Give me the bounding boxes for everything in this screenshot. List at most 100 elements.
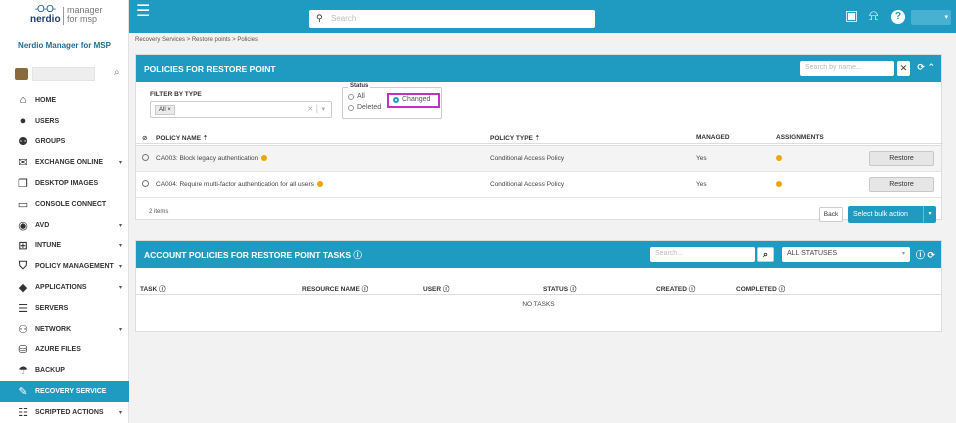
chevron-down-icon[interactable]: ▾ xyxy=(119,409,122,416)
column-resource-name: RESOURCE NAME ⓘ xyxy=(302,286,369,293)
global-search-input[interactable]: ⚲ Search xyxy=(309,10,595,28)
warning-icon xyxy=(316,181,323,187)
selection-highlight xyxy=(387,93,440,108)
bulk-action-button[interactable]: Select bulk action ▾ xyxy=(848,206,936,223)
sidebar-item-console-connect[interactable]: ▭ CONSOLE CONNECT xyxy=(0,194,129,215)
tenant-selector[interactable]: ⌕ xyxy=(15,67,125,81)
table-row[interactable]: CA004: Require multi-factor authenticati… xyxy=(136,172,941,198)
column-status: STATUS ⓘ xyxy=(543,286,577,293)
column-task: TASK ⓘ xyxy=(140,286,166,293)
tenant-name-field[interactable] xyxy=(32,67,95,81)
search-icon[interactable]: ⌕ xyxy=(757,247,774,262)
shield-icon: ⛉ xyxy=(18,260,28,273)
policy-managed: Yes xyxy=(696,155,707,162)
sidebar-item-label: EXCHANGE ONLINE xyxy=(35,159,104,167)
chevron-down-icon[interactable]: ▾ xyxy=(119,284,122,291)
column-policy-type[interactable]: POLICY TYPE ⇡ xyxy=(490,134,540,142)
sidebar-item-label: AVD xyxy=(35,221,50,229)
umbrella-icon: ☂ xyxy=(18,365,28,378)
refresh-icon[interactable]: ⟳ xyxy=(927,250,935,260)
status-filter-select[interactable]: ALL STATUSES ▾ xyxy=(782,247,910,262)
chevron-down-icon[interactable]: ▾ xyxy=(119,242,122,249)
restore-button[interactable]: Restore xyxy=(869,177,934,192)
avd-icon: ◉ xyxy=(18,219,28,232)
breadcrumb: Recovery Services > Restore points > Pol… xyxy=(135,37,259,43)
items-count: 2 items xyxy=(149,209,169,215)
topbar: ☰ ⚲ Search ▣ ⍾ ? ▾ xyxy=(129,0,956,33)
sidebar-item-avd[interactable]: ◉ AVD ▾ xyxy=(0,215,129,236)
help-icon[interactable]: ? xyxy=(891,10,905,24)
groups-icon: ⚉ xyxy=(18,136,28,149)
status-radio-all[interactable]: All xyxy=(348,93,365,100)
column-policy-name[interactable]: POLICY NAME ⇡ xyxy=(156,134,208,142)
task-search-input[interactable]: Search... xyxy=(650,247,755,262)
sidebar-item-label: INTUNE xyxy=(35,242,62,250)
sidebar-nav: ⌂ HOME ● USERS ⚉ GROUPS ✉ EXCHANGE ONLINE ▾ ❐ DESK… xyxy=(0,90,129,423)
sidebar-item-azure-files[interactable]: ⛁ AZURE FILES xyxy=(0,340,129,361)
sidebar-item-label: NETWORK xyxy=(35,325,72,333)
refresh-icon[interactable]: ⟳ xyxy=(917,62,925,72)
table-row[interactable]: CA003: Block legacy authentication Condi… xyxy=(136,146,941,172)
sidebar-item-desktop-images[interactable]: ❐ DESKTOP IMAGES xyxy=(0,173,129,194)
sidebar-item-label: RECOVERY SERVICE xyxy=(35,388,107,396)
filter-chip[interactable]: All × xyxy=(155,105,175,115)
row-select-radio[interactable] xyxy=(142,154,149,161)
radio-icon xyxy=(348,104,354,111)
sidebar-item-users[interactable]: ● USERS xyxy=(0,111,129,132)
sidebar: -O-O- nerdio manager for msp Nerdio Mana… xyxy=(0,0,129,423)
policy-type: Conditional Access Policy xyxy=(490,155,565,162)
list-icon: ☷ xyxy=(18,406,28,419)
policy-type: Conditional Access Policy xyxy=(490,181,565,188)
bell-icon[interactable]: ⍾ xyxy=(869,7,878,24)
sidebar-item-servers[interactable]: ☰ SERVERS xyxy=(0,298,129,319)
chevron-down-icon[interactable]: ▾ xyxy=(119,222,122,229)
sidebar-item-backup[interactable]: ☂ BACKUP xyxy=(0,360,129,381)
chevron-down-icon[interactable]: ▾ xyxy=(923,206,936,223)
logo-brand: nerdio xyxy=(30,14,61,25)
type-filter-select[interactable]: All × ✕ │ ▾ xyxy=(150,101,332,118)
logo-product-line2: for msp xyxy=(67,14,98,24)
sidebar-item-home[interactable]: ⌂ HOME xyxy=(0,90,129,111)
sidebar-item-intune[interactable]: ⊞ INTUNE ▾ xyxy=(0,236,129,257)
search-icon[interactable]: ⌕ xyxy=(114,67,120,78)
sidebar-item-label: SCRIPTED ACTIONS xyxy=(35,408,104,416)
column-assignments: ASSIGNMENTS xyxy=(776,134,824,141)
applications-icon: ◆ xyxy=(18,282,28,295)
user-icon: ● xyxy=(19,115,27,128)
restore-button[interactable]: Restore xyxy=(869,151,934,166)
hamburger-menu-icon[interactable]: ☰ xyxy=(136,4,150,20)
clear-search-button[interactable]: ✕ xyxy=(897,61,910,76)
chevron-down-icon[interactable]: ▾ xyxy=(119,263,122,270)
sidebar-item-recovery-service[interactable]: ✎ RECOVERY SERVICE xyxy=(0,381,129,402)
servers-icon: ☰ xyxy=(18,302,28,315)
sidebar-subtitle: Nerdio Manager for MSP xyxy=(18,41,111,50)
chevron-down-icon: ▾ xyxy=(901,251,905,257)
row-select-radio[interactable] xyxy=(142,180,149,187)
home-icon: ⌂ xyxy=(19,94,27,107)
user-menu[interactable]: ▾ xyxy=(911,10,951,25)
back-button[interactable]: Back xyxy=(819,207,843,222)
sidebar-item-network[interactable]: ⚇ NETWORK ▾ xyxy=(0,319,129,340)
collapse-icon[interactable]: ⌃ xyxy=(927,62,935,72)
sidebar-item-exchange-online[interactable]: ✉ EXCHANGE ONLINE ▾ xyxy=(0,152,129,173)
sidebar-item-label: AZURE FILES xyxy=(35,346,81,354)
monitor-icon: ▭ xyxy=(17,198,29,211)
policy-search-input[interactable]: Search by name... xyxy=(800,61,894,76)
chevron-down-icon: ▾ xyxy=(944,14,948,21)
chevron-down-icon[interactable]: ▾ xyxy=(119,159,122,166)
chevron-down-icon[interactable]: ▾ xyxy=(119,326,122,333)
nerdio-logo[interactable]: -O-O- nerdio manager for msp xyxy=(30,5,110,35)
sidebar-item-groups[interactable]: ⚉ GROUPS xyxy=(0,132,129,153)
sidebar-item-label: DESKTOP IMAGES xyxy=(35,180,99,188)
info-icon[interactable]: ⓘ xyxy=(916,250,925,260)
chat-icon[interactable]: ▣ xyxy=(845,7,858,24)
sidebar-item-applications[interactable]: ◆ APPLICATIONS ▾ xyxy=(0,277,129,298)
sidebar-item-policy-management[interactable]: ⛉ POLICY MANAGEMENT ▾ xyxy=(0,256,129,277)
status-radio-deleted[interactable]: Deleted xyxy=(348,104,381,111)
select-all-checkbox[interactable]: ⊘ xyxy=(142,134,147,142)
sidebar-item-scripted-actions[interactable]: ☷ SCRIPTED ACTIONS ▾ xyxy=(0,402,129,423)
sidebar-item-label: BACKUP xyxy=(35,367,65,375)
tasks-panel-title: ACCOUNT POLICIES FOR RESTORE POINT TASKS… xyxy=(144,249,362,260)
clear-and-chevron-icon[interactable]: ✕ │ ▾ xyxy=(307,105,325,113)
desktop-images-icon: ❐ xyxy=(18,178,28,191)
